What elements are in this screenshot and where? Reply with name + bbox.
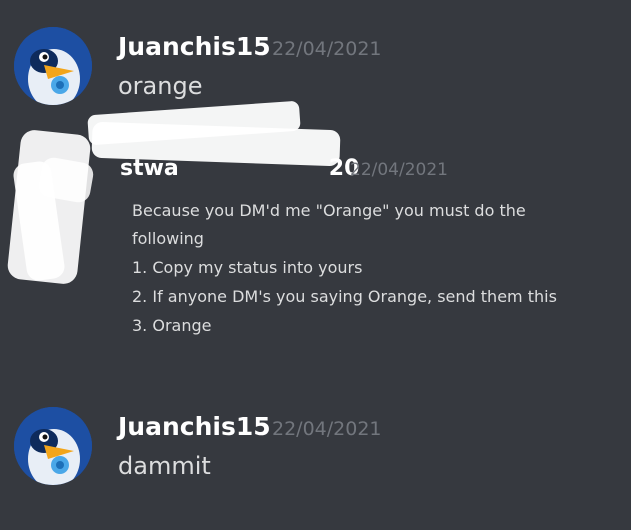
quoted-timestamp: 22/04/2021: [350, 160, 448, 180]
timestamp: 22/04/2021: [272, 418, 382, 440]
quoted-line: following: [132, 229, 204, 248]
username[interactable]: Juanchis15: [118, 412, 271, 441]
message-text: dammit: [118, 452, 211, 480]
penguin-avatar-icon: [14, 407, 92, 485]
quoted-line: Because you DM'd me "Orange" you must do…: [132, 201, 526, 220]
timestamp: 22/04/2021: [272, 38, 382, 60]
quoted-line: 1. Copy my status into yours: [132, 258, 363, 277]
message-2: Juanchis15 22/04/2021 dammit: [0, 395, 631, 515]
avatar[interactable]: [14, 407, 92, 485]
penguin-avatar-icon: [14, 27, 92, 105]
avatar[interactable]: [14, 27, 92, 105]
quoted-screenshot: stwa 20 22/04/2021 Because you DM'd me "O…: [0, 100, 631, 360]
username[interactable]: Juanchis15: [118, 32, 271, 61]
quoted-line: 3. Orange: [132, 316, 212, 335]
quoted-line: 2. If anyone DM's you saying Orange, sen…: [132, 287, 557, 306]
message-text: orange: [118, 72, 203, 100]
quoted-username: stwa 20: [120, 156, 360, 181]
